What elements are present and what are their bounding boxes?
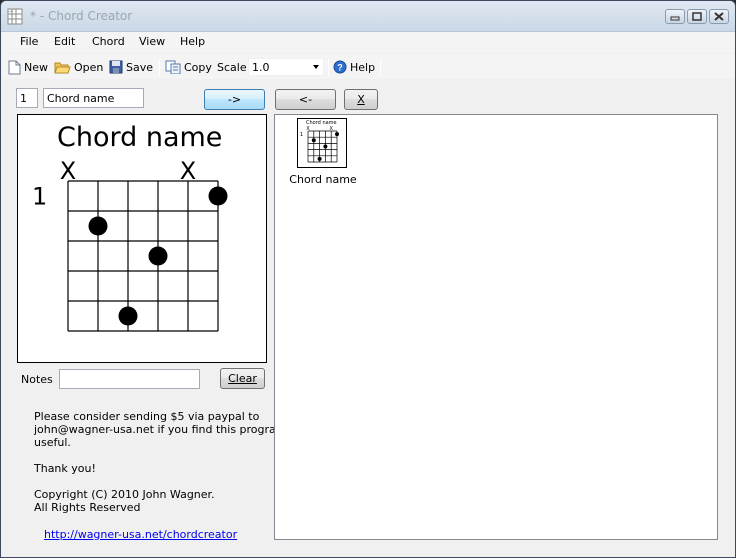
- finger-dot: [317, 156, 322, 161]
- svg-text:?: ?: [337, 63, 343, 73]
- help-label: Help: [350, 60, 376, 74]
- finger-dot: [323, 144, 328, 149]
- maximize-icon: [692, 12, 702, 21]
- copyright-line-2: All Rights Reserved: [34, 501, 141, 514]
- website-link[interactable]: http://wagner-usa.net/chordcreator: [44, 528, 237, 541]
- minimize-icon: [670, 16, 680, 21]
- donate-line-2: john@wagner-usa.net if you find this pro…: [34, 423, 287, 436]
- chevron-down-icon: [313, 65, 319, 69]
- position-input[interactable]: [16, 88, 38, 108]
- chord-thumbnail-diagram: Chord name1X X: [300, 120, 339, 163]
- finger-dot: [335, 132, 339, 137]
- save-disk-icon: [109, 60, 123, 74]
- chord-thumbnail[interactable]: Chord name 1 X X: [297, 118, 347, 168]
- finger-dot: [208, 186, 228, 206]
- open-label: Open: [74, 60, 104, 74]
- menu-view[interactable]: View: [139, 35, 165, 48]
- finger-dot: [88, 216, 108, 236]
- save-button[interactable]: Save: [109, 58, 153, 76]
- toolbar-separator: [380, 59, 381, 76]
- copy-icon: [165, 60, 181, 74]
- new-button[interactable]: New: [8, 58, 48, 76]
- notes-clear-button[interactable]: Clear: [220, 368, 265, 389]
- finger-dot: [148, 246, 168, 266]
- svg-text:--: --: [9, 9, 13, 15]
- open-folder-icon: [54, 62, 71, 74]
- toolbar-separator: [328, 59, 329, 76]
- menu-bar: File Edit Chord View Help: [2, 32, 735, 53]
- remove-chord-button[interactable]: <-: [275, 89, 336, 110]
- title-bar[interactable]: -- * - Chord Creator: [1, 1, 735, 32]
- chord-creator-window: -- * - Chord Creator File Edit Chord Vie…: [0, 0, 736, 558]
- app-icon: --: [7, 8, 23, 25]
- scale-dropdown[interactable]: 1.0: [248, 58, 324, 76]
- copy-label: Copy: [184, 60, 212, 74]
- chord-title: Chord name: [57, 122, 222, 153]
- open-button[interactable]: Open: [54, 58, 103, 76]
- menu-chord[interactable]: Chord: [92, 35, 125, 48]
- copyright-line-1: Copyright (C) 2010 John Wagner.: [34, 488, 215, 501]
- help-button[interactable]: ? Help: [333, 58, 375, 76]
- clear-list-button[interactable]: X: [344, 89, 378, 110]
- toolbar: New Open Save Copy Scale ? Help: [2, 54, 735, 79]
- scale-label: Scale: [217, 60, 247, 74]
- new-label: New: [24, 60, 48, 74]
- start-fret-label: 1: [32, 182, 47, 210]
- new-file-icon: [8, 60, 21, 74]
- save-label: Save: [126, 60, 154, 74]
- chord-diagram-panel[interactable]: Chord name 1 X X: [17, 114, 267, 363]
- menu-help[interactable]: Help: [180, 35, 205, 48]
- donate-line-1: Please consider sending $5 via paypal to: [34, 410, 260, 423]
- menu-file[interactable]: File: [20, 35, 38, 48]
- finger-dot: [311, 138, 316, 143]
- thank-you-text: Thank you!: [34, 462, 96, 475]
- help-icon: ?: [333, 60, 347, 74]
- chord-name-input[interactable]: [43, 88, 144, 108]
- menu-edit[interactable]: Edit: [54, 35, 75, 48]
- minimize-button[interactable]: [665, 9, 685, 24]
- window-title: * - Chord Creator: [30, 9, 133, 23]
- close-icon: [714, 12, 724, 21]
- notes-label: Notes: [21, 373, 53, 386]
- chord-diagram[interactable]: Chord name1X X: [18, 115, 266, 362]
- notes-input[interactable]: [59, 369, 200, 389]
- add-chord-button[interactable]: ->: [204, 89, 265, 110]
- toolbar-separator: [159, 59, 160, 76]
- scale-value: 1.0: [252, 61, 270, 74]
- chord-thumbnail-label[interactable]: Chord name: [287, 173, 359, 186]
- start-fret-label: 1: [300, 132, 303, 138]
- close-button[interactable]: [709, 9, 729, 24]
- finger-dot: [118, 306, 138, 326]
- copy-button[interactable]: Copy: [165, 58, 212, 76]
- maximize-button[interactable]: [687, 9, 707, 24]
- donate-line-3: useful.: [34, 436, 71, 449]
